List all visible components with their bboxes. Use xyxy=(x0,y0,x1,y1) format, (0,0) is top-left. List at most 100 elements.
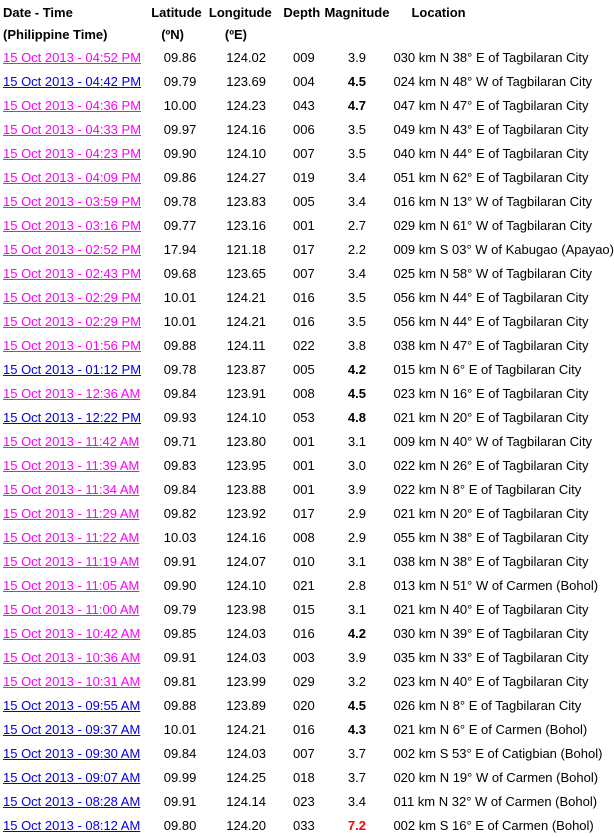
event-link[interactable]: 15 Oct 2013 - 11:29 AM xyxy=(3,506,139,521)
date-time-cell: 15 Oct 2013 - 03:16 PM xyxy=(3,213,151,237)
event-link[interactable]: 15 Oct 2013 - 04:23 PM xyxy=(3,146,141,161)
event-link[interactable]: 15 Oct 2013 - 11:39 AM xyxy=(3,458,139,473)
event-link[interactable]: 15 Oct 2013 - 09:30 AM xyxy=(3,746,140,761)
table-row: 15 Oct 2013 - 11:34 AM 09.84 123.88 001 3.9 0… xyxy=(3,477,614,501)
location-cell: 051 km N 62° E of Tagbilaran City xyxy=(393,169,589,185)
table-row: 15 Oct 2013 - 12:36 AM 09.84 123.91 008 4.5 0… xyxy=(3,381,614,405)
magnitude-cell: 4.5 xyxy=(347,73,366,89)
date-time-cell: 15 Oct 2013 - 11:19 AM xyxy=(3,549,151,573)
table-row: 15 Oct 2013 - 04:33 PM 09.97 124.16 006 3.5 0… xyxy=(3,117,614,141)
event-link[interactable]: 15 Oct 2013 - 04:09 PM xyxy=(3,170,141,185)
table-row: 15 Oct 2013 - 11:22 AM 10.03 124.16 008 2.9 0… xyxy=(3,525,614,549)
event-link[interactable]: 15 Oct 2013 - 04:36 PM xyxy=(3,98,141,113)
latitude-cell: 09.86 xyxy=(163,49,197,65)
latitude-cell: 09.91 xyxy=(163,793,197,809)
event-link[interactable]: 15 Oct 2013 - 09:37 AM xyxy=(3,722,140,737)
event-link[interactable]: 15 Oct 2013 - 10:36 AM xyxy=(3,650,140,665)
date-time-cell: 15 Oct 2013 - 11:05 AM xyxy=(3,573,151,597)
longitude-cell: 123.88 xyxy=(226,481,266,497)
event-link[interactable]: 15 Oct 2013 - 09:07 AM xyxy=(3,770,140,785)
depth-cell: 008 xyxy=(293,385,315,401)
longitude-cell: 124.03 xyxy=(226,745,266,761)
location-cell: 025 km N 58° W of Tagbilaran City xyxy=(393,265,593,281)
latitude-cell: 09.99 xyxy=(163,769,197,785)
depth-cell: 001 xyxy=(293,481,315,497)
magnitude-cell: 3.7 xyxy=(347,745,366,761)
table-row: 15 Oct 2013 - 09:30 AM 09.84 124.03 007 3.7 0… xyxy=(3,741,614,765)
event-link[interactable]: 15 Oct 2013 - 11:00 AM xyxy=(3,602,139,617)
event-link[interactable]: 15 Oct 2013 - 11:05 AM xyxy=(3,578,139,593)
event-link[interactable]: 15 Oct 2013 - 11:42 AM xyxy=(3,434,139,449)
event-link[interactable]: 15 Oct 2013 - 04:52 PM xyxy=(3,50,141,65)
depth-cell: 016 xyxy=(293,289,315,305)
depth-cell: 043 xyxy=(293,97,315,113)
event-link[interactable]: 15 Oct 2013 - 01:12 PM xyxy=(3,362,141,377)
table-row: 15 Oct 2013 - 02:52 PM 17.94 121.18 017 2.2 0… xyxy=(3,237,614,261)
location-cell: 011 km N 32° W of Carmen (Bohol) xyxy=(393,793,598,809)
event-link[interactable]: 15 Oct 2013 - 10:31 AM xyxy=(3,674,140,689)
magnitude-cell: 4.3 xyxy=(347,721,366,737)
event-link[interactable]: 15 Oct 2013 - 02:29 PM xyxy=(3,290,141,305)
magnitude-cell: 3.0 xyxy=(347,457,366,473)
longitude-cell: 123.91 xyxy=(226,385,266,401)
depth-cell: 017 xyxy=(293,241,315,257)
magnitude-cell: 4.8 xyxy=(347,409,366,425)
magnitude-cell: 3.1 xyxy=(347,553,366,569)
date-time-cell: 15 Oct 2013 - 01:12 PM xyxy=(3,357,151,381)
event-link[interactable]: 15 Oct 2013 - 04:42 PM xyxy=(3,74,141,89)
header-location-sub xyxy=(389,23,614,45)
table-row: 15 Oct 2013 - 01:56 PM 09.88 124.11 022 3.8 0… xyxy=(3,333,614,357)
magnitude-cell: 4.5 xyxy=(347,697,366,713)
event-link[interactable]: 15 Oct 2013 - 11:22 AM xyxy=(3,530,139,545)
event-link[interactable]: 15 Oct 2013 - 01:56 PM xyxy=(3,338,141,353)
location-cell: 026 km N 8° E of Tagbilaran City xyxy=(393,697,582,713)
longitude-cell: 124.14 xyxy=(226,793,266,809)
header-latitude: Latitude xyxy=(151,4,202,20)
date-time-cell: 15 Oct 2013 - 04:36 PM xyxy=(3,93,151,117)
longitude-cell: 123.89 xyxy=(226,697,266,713)
event-link[interactable]: 15 Oct 2013 - 12:22 PM xyxy=(3,410,141,425)
date-time-cell: 15 Oct 2013 - 11:39 AM xyxy=(3,453,151,477)
table-row: 15 Oct 2013 - 11:42 AM 09.71 123.80 001 3.1 0… xyxy=(3,429,614,453)
date-time-cell: 15 Oct 2013 - 11:29 AM xyxy=(3,501,151,525)
event-link[interactable]: 15 Oct 2013 - 09:55 AM xyxy=(3,698,140,713)
longitude-cell: 124.21 xyxy=(226,721,266,737)
event-link[interactable]: 15 Oct 2013 - 03:59 PM xyxy=(3,194,141,209)
event-link[interactable]: 15 Oct 2013 - 02:43 PM xyxy=(3,266,141,281)
latitude-cell: 09.90 xyxy=(163,577,197,593)
longitude-cell: 124.10 xyxy=(226,409,266,425)
magnitude-cell: 3.9 xyxy=(347,649,366,665)
latitude-cell: 09.79 xyxy=(163,73,197,89)
event-link[interactable]: 15 Oct 2013 - 12:36 AM xyxy=(3,386,140,401)
location-cell: 023 km N 40° E of Tagbilaran City xyxy=(393,673,589,689)
header-magnitude-sub xyxy=(324,23,389,45)
event-link[interactable]: 15 Oct 2013 - 10:42 AM xyxy=(3,626,140,641)
date-time-cell: 15 Oct 2013 - 08:12 AM xyxy=(3,813,151,837)
longitude-cell: 124.10 xyxy=(226,145,266,161)
date-time-cell: 15 Oct 2013 - 04:42 PM xyxy=(3,69,151,93)
date-time-cell: 15 Oct 2013 - 04:33 PM xyxy=(3,117,151,141)
event-link[interactable]: 15 Oct 2013 - 08:28 AM xyxy=(3,794,140,809)
event-link[interactable]: 15 Oct 2013 - 11:19 AM xyxy=(3,554,139,569)
event-link[interactable]: 15 Oct 2013 - 02:29 PM xyxy=(3,314,141,329)
magnitude-cell: 2.9 xyxy=(347,529,366,545)
longitude-cell: 124.03 xyxy=(226,625,266,641)
event-link[interactable]: 15 Oct 2013 - 11:34 AM xyxy=(3,482,139,497)
location-cell: 009 km N 40° W of Tagbilaran City xyxy=(393,433,593,449)
date-time-cell: 15 Oct 2013 - 09:55 AM xyxy=(3,693,151,717)
magnitude-cell: 3.4 xyxy=(347,793,366,809)
date-time-cell: 15 Oct 2013 - 09:37 AM xyxy=(3,717,151,741)
header-depth-sub xyxy=(283,23,324,45)
location-cell: 002 km S 16° E of Carmen (Bohol) xyxy=(393,817,594,833)
table-row: 15 Oct 2013 - 08:12 AM 09.80 124.20 033 7.2 0… xyxy=(3,813,614,837)
event-link[interactable]: 15 Oct 2013 - 03:16 PM xyxy=(3,218,141,233)
location-cell: 030 km N 39° E of Tagbilaran City xyxy=(393,625,589,641)
table-row: 15 Oct 2013 - 09:07 AM 09.99 124.25 018 3.7 0… xyxy=(3,765,614,789)
event-link[interactable]: 15 Oct 2013 - 02:52 PM xyxy=(3,242,141,257)
event-link[interactable]: 15 Oct 2013 - 04:33 PM xyxy=(3,122,141,137)
magnitude-cell: 3.7 xyxy=(347,769,366,785)
date-time-cell: 15 Oct 2013 - 11:42 AM xyxy=(3,429,151,453)
depth-cell: 023 xyxy=(293,793,315,809)
event-link[interactable]: 15 Oct 2013 - 08:12 AM xyxy=(3,818,140,833)
latitude-cell: 09.81 xyxy=(163,673,197,689)
